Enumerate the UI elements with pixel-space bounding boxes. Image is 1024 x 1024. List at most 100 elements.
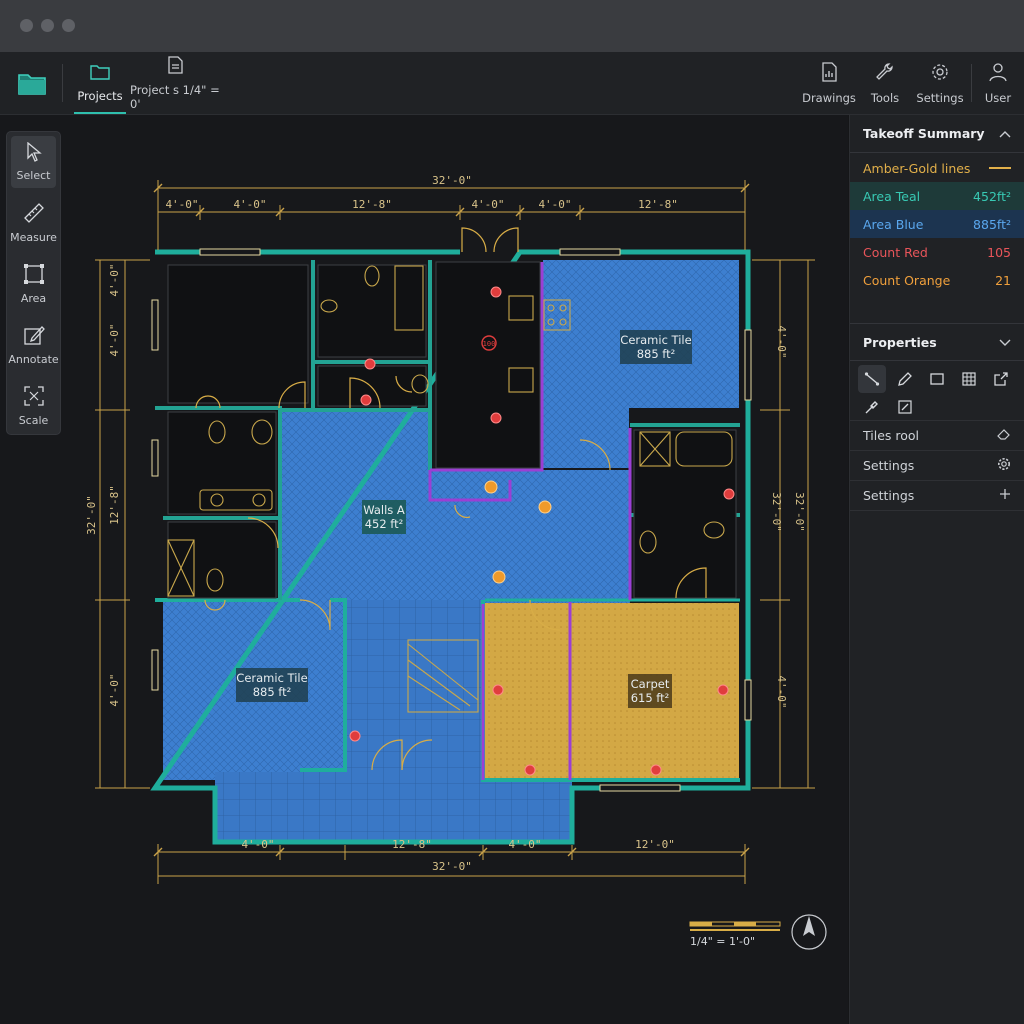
window-maximize-button[interactable] (62, 19, 75, 32)
tool-scale[interactable]: Scale (11, 380, 56, 432)
tool-select[interactable]: Select (11, 136, 56, 188)
takeoff-row-count-red[interactable]: Count Red 105 (850, 238, 1024, 266)
takeoff-row-label: Area Blue (863, 216, 924, 232)
eraser-icon[interactable] (997, 427, 1011, 444)
takeoff-row-amber-gold-lines[interactable]: Amber-Gold lines (850, 154, 1024, 182)
room-name: Ceramic Tile (236, 671, 307, 685)
property-tiles-rool[interactable]: Tiles rool (850, 421, 1024, 451)
room-area: 452 ft² (365, 517, 404, 531)
edit-box-icon[interactable] (891, 393, 919, 421)
tab-projects-label: Projects (77, 89, 123, 103)
property-settings-1[interactable]: Settings (850, 451, 1024, 481)
user-label: User (984, 90, 1012, 105)
dim-bottom-4: 12'-0" (635, 838, 675, 851)
tool-select-label: Select (16, 169, 51, 182)
room-name: Walls A (363, 503, 405, 517)
dim-top-3: 12'-8" (352, 198, 392, 211)
drawing-canvas[interactable]: 32'-0" 4'-0" 4'-0" 12'-8" 4'-0" 4'-0" 12… (0, 115, 848, 1024)
dim-right-2: 32'-0" (770, 492, 783, 532)
drawings-label: Drawings (802, 90, 856, 105)
dim-bottom-2: 12'-8" (392, 838, 432, 851)
takeoff-summary-header[interactable]: Takeoff Summary (850, 115, 1024, 153)
annotate-icon (23, 324, 45, 349)
takeoff-row-value: 21 (995, 272, 1011, 288)
tab-project-scale[interactable]: Project s 1/4" = 0' (130, 52, 222, 114)
dim-left-2: 4'-0" (108, 323, 121, 356)
plus-icon[interactable] (999, 488, 1011, 503)
dim-left-4: 4'-0" (108, 673, 121, 706)
dim-top-5: 4'-0" (538, 198, 571, 211)
drawings-icon (819, 61, 839, 85)
takeoff-summary-title: Takeoff Summary (863, 126, 985, 141)
tool-scale-label: Scale (18, 414, 49, 427)
property-settings-2[interactable]: Settings (850, 481, 1024, 511)
takeoff-row-label: Amber-Gold lines (863, 160, 971, 176)
rectangle-icon[interactable] (923, 365, 951, 393)
tab-projects[interactable]: Projects (74, 52, 126, 114)
dim-top-1: 4'-0" (165, 198, 198, 211)
scale-bar (689, 921, 781, 931)
tool-annotate-label: Annotate (8, 353, 59, 366)
takeoff-row-value: 105 (987, 244, 1011, 260)
property-label: Settings (863, 458, 915, 473)
window-minimize-button[interactable] (41, 19, 54, 32)
dim-top-2: 4'-0" (233, 198, 266, 211)
dim-right-3: 4'-0" (775, 675, 788, 708)
dim-right-1: 4'-0" (775, 325, 788, 358)
area-icon (23, 263, 45, 288)
north-arrow-icon (791, 914, 827, 950)
gear-icon[interactable] (997, 457, 1011, 474)
takeoff-row-area-teal[interactable]: Area Teal 452ft² (850, 182, 1024, 210)
tool-area[interactable]: Area (11, 258, 56, 310)
room-area: 885 ft² (253, 685, 292, 699)
property-label: Settings (863, 488, 915, 503)
room-name: Carpet (631, 677, 670, 691)
room-label-ceramic-tile-kitchen[interactable]: Ceramic Tile 885 ft² (620, 330, 692, 364)
takeoff-row-label: Area Teal (863, 188, 921, 204)
properties-header[interactable]: Properties (850, 323, 1024, 361)
user-icon (988, 62, 1008, 85)
grid-icon[interactable] (955, 365, 983, 393)
settings-button[interactable]: Settings (915, 52, 965, 114)
line-tool-icon[interactable] (858, 365, 886, 393)
marker-text: 100 (483, 340, 496, 348)
chevron-down-icon[interactable] (999, 335, 1011, 350)
takeoff-row-count-orange[interactable]: Count Orange 21 (850, 266, 1024, 294)
tool-measure-label: Measure (10, 231, 57, 244)
room-area: 615 ft² (631, 691, 670, 705)
pencil-icon[interactable] (891, 365, 919, 393)
dim-right-overall: 32'-0" (793, 492, 806, 532)
eyedropper-icon[interactable] (858, 393, 886, 421)
tools-label: Tools (870, 90, 900, 105)
scale-label: 1/4" = 1'-0" (690, 935, 756, 948)
tool-measure[interactable]: Measure (10, 197, 57, 249)
takeoff-row-value: 885ft² (973, 216, 1011, 232)
properties-tool-grid (850, 362, 1024, 421)
window-close-button[interactable] (20, 19, 33, 32)
room-name: Ceramic Tile (620, 333, 691, 347)
property-label: Tiles rool (863, 428, 920, 443)
right-panel: Takeoff Summary Amber-Gold lines Area Te… (849, 115, 1024, 1024)
top-toolbar: Projects Project s 1/4" = 0' Drawings To… (0, 52, 1024, 115)
line-swatch-icon (989, 167, 1011, 169)
tools-button[interactable]: Tools (864, 52, 906, 114)
chevron-up-icon[interactable] (999, 126, 1011, 141)
tool-annotate[interactable]: Annotate (8, 319, 59, 371)
window-title-bar (0, 0, 1024, 52)
dim-left-1: 4'-0" (108, 263, 121, 296)
folder-app-icon[interactable] (10, 52, 54, 114)
room-label-walls-a[interactable]: Walls A 452 ft² (362, 500, 406, 534)
takeoff-row-area-blue[interactable]: Area Blue 885ft² (850, 210, 1024, 238)
user-button[interactable]: User (978, 52, 1018, 114)
room-label-carpet[interactable]: Carpet 615 ft² (628, 674, 672, 708)
tool-area-label: Area (20, 292, 47, 305)
dim-left-overall: 32'-0" (85, 495, 98, 535)
drawings-button[interactable]: Drawings (802, 52, 856, 114)
export-icon[interactable] (987, 365, 1015, 393)
tab-project-scale-label: Project s 1/4" = 0' (130, 82, 220, 111)
ruler-icon (23, 202, 45, 227)
room-area: 885 ft² (637, 347, 676, 361)
takeoff-row-value: 452ft² (973, 188, 1011, 204)
room-label-ceramic-tile-bedroom[interactable]: Ceramic Tile 885 ft² (236, 668, 308, 702)
dim-bottom-3: 4'-0" (508, 838, 541, 851)
